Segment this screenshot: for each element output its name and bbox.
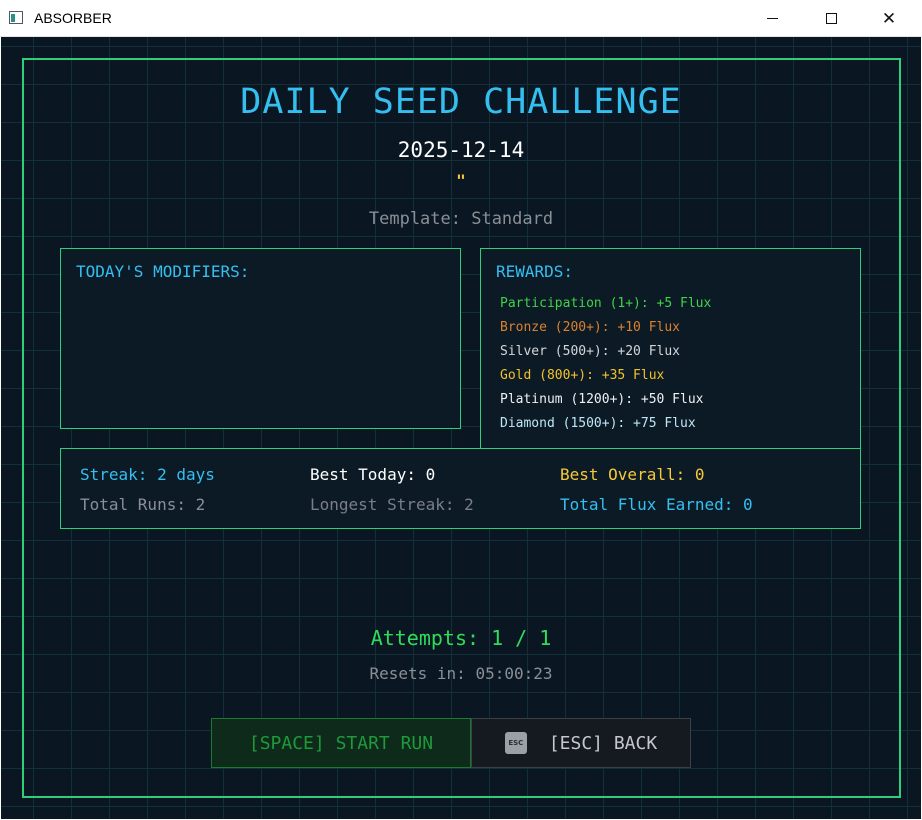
close-button[interactable]: ✕ [866, 0, 912, 37]
template-label: Template: Standard [368, 209, 554, 229]
reward-item-silver: Silver (500+): +20 Flux [500, 344, 681, 359]
best-overall-stat: Best Overall: 0 [560, 465, 705, 484]
quote-mark: " [456, 171, 466, 190]
reward-item-platinum: Platinum (1200+): +50 Flux [500, 392, 704, 407]
modifiers-title: TODAY'S MODIFIERS: [76, 262, 250, 281]
start-run-button[interactable]: [SPACE] START RUN [211, 718, 471, 768]
close-icon: ✕ [881, 8, 897, 29]
start-run-label: [SPACE] START RUN [248, 732, 434, 754]
page-title: DAILY SEED CHALLENGE [240, 82, 682, 122]
total-runs-stat: Total Runs: 2 [80, 495, 206, 514]
reward-item-participation: Participation (1+): +5 Flux [500, 296, 712, 311]
maximize-icon [825, 13, 837, 24]
window-title: ABSORBER [34, 10, 112, 26]
reward-item-bronze: Bronze (200+): +10 Flux [500, 320, 681, 335]
back-label: [ESC] BACK [548, 732, 658, 754]
attempts-counter: Attempts: 1 / 1 [370, 626, 552, 650]
maximize-button[interactable] [808, 0, 854, 37]
rewards-list: Participation (1+): +5 Flux Bronze (200+… [500, 295, 711, 439]
reset-timer: Resets in: 05:00:23 [369, 664, 553, 683]
back-button[interactable]: ESC [ESC] BACK [471, 718, 691, 768]
minimize-icon [766, 18, 778, 19]
minimize-button[interactable] [749, 0, 795, 37]
rewards-title: REWARDS: [496, 262, 574, 281]
longest-streak-stat: Longest Streak: 2 [310, 495, 474, 514]
window-titlebar: ABSORBER ✕ [0, 0, 922, 37]
best-today-stat: Best Today: 0 [310, 465, 436, 484]
game-canvas: DAILY SEED CHALLENGE 2025-12-14 " Templa… [1, 37, 921, 819]
stats-panel: Streak: 2 days Best Today: 0 Best Overal… [60, 448, 861, 529]
rewards-panel: REWARDS: Participation (1+): +5 Flux Bro… [480, 248, 861, 459]
reward-item-diamond: Diamond (1500+): +75 Flux [500, 416, 696, 431]
modifiers-panel: TODAY'S MODIFIERS: [60, 248, 461, 429]
streak-stat: Streak: 2 days [80, 465, 215, 484]
reward-item-gold: Gold (800+): +35 Flux [500, 368, 665, 383]
total-flux-stat: Total Flux Earned: 0 [560, 495, 753, 514]
challenge-date: 2025-12-14 [397, 138, 525, 162]
esc-key-icon: ESC [504, 732, 527, 754]
app-icon [9, 11, 23, 24]
